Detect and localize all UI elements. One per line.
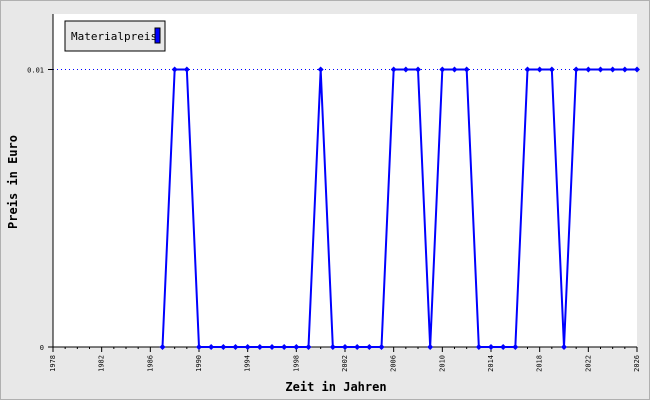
- x-tick-label: 2026: [633, 355, 641, 372]
- x-tick-label: 1986: [146, 355, 154, 372]
- x-tick-label: 2010: [438, 355, 446, 372]
- y-tick-label: 0.01: [27, 67, 44, 75]
- y-axis-label: Preis in Euro: [6, 135, 20, 229]
- x-axis-label: Zeit in Jahren: [285, 380, 386, 394]
- x-tick-label: 1978: [49, 355, 57, 372]
- x-tick-label: 2014: [487, 355, 495, 372]
- x-tick-label: 2022: [584, 355, 592, 372]
- line-chart: 0 0.01 1978 1982 1986 1990 1994 1998 2002 2006 201…: [6, 14, 641, 394]
- x-tick-label: 1990: [195, 355, 203, 372]
- y-tick-label: 0: [40, 344, 44, 352]
- legend: Materialpreis: [64, 20, 166, 52]
- legend-label: Materialpreis: [71, 30, 157, 43]
- x-tick-label: 1982: [98, 355, 106, 372]
- x-tick-label: 2002: [341, 355, 349, 372]
- plot-area: [53, 14, 637, 347]
- x-tick-label: 2018: [536, 355, 544, 372]
- x-tick-label: 1998: [292, 355, 300, 372]
- x-tick-label: 2006: [390, 355, 398, 372]
- x-tick-label: 1994: [244, 355, 252, 372]
- legend-swatch: [154, 27, 161, 44]
